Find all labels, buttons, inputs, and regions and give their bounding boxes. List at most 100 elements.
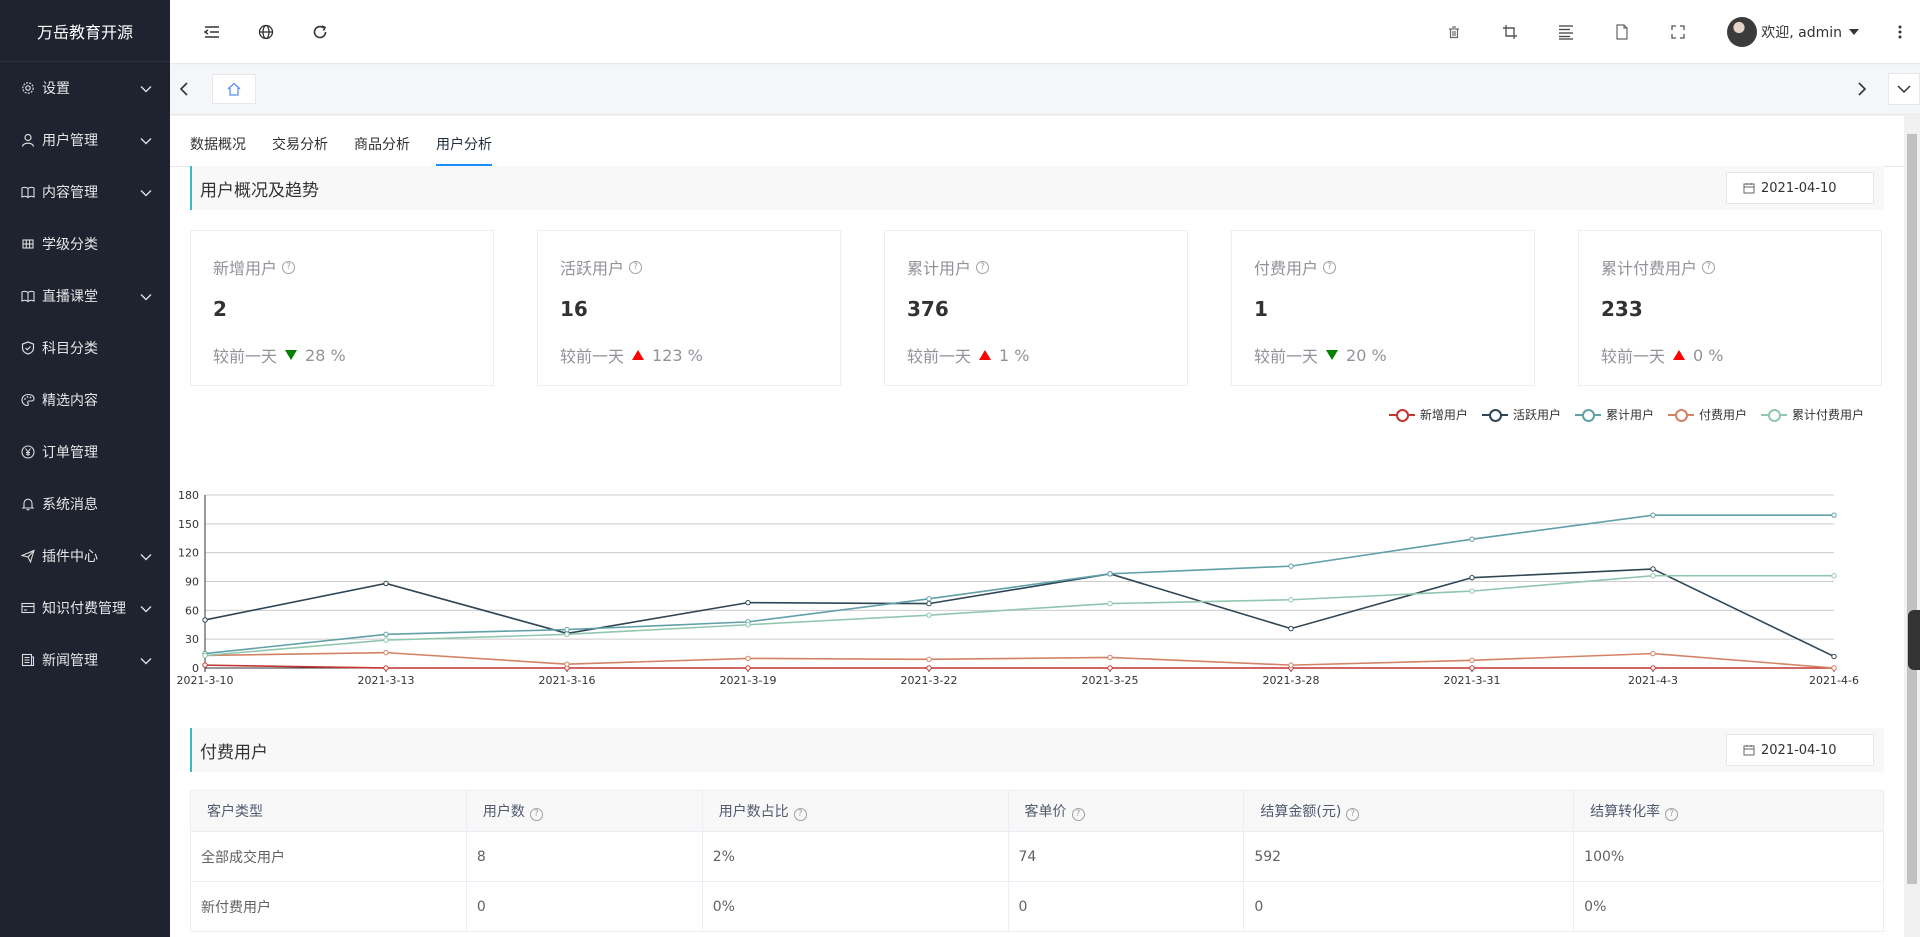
app-logo[interactable]: 万岳教育开源 xyxy=(0,0,170,62)
arrow-up-icon xyxy=(1673,350,1686,360)
data-point xyxy=(1107,600,1113,607)
page-scrollbar[interactable] xyxy=(1904,116,1920,937)
sidebar-item-label: 精选内容 xyxy=(42,393,98,409)
table-cell: 0 xyxy=(465,881,703,932)
stat-card-compare: 较前一天 20 % xyxy=(1254,343,1512,367)
tags-scroll-left-icon[interactable] xyxy=(178,81,190,101)
series-line-4 xyxy=(204,574,1834,657)
help-icon[interactable]: ? xyxy=(1665,807,1679,821)
collapse-menu-icon[interactable] xyxy=(198,18,226,46)
stat-card-compare: 较前一天 1 % xyxy=(907,343,1165,367)
help-icon[interactable]: ? xyxy=(976,260,990,274)
series-line-3 xyxy=(204,651,1835,669)
table-cell: 0% xyxy=(1573,881,1884,932)
sidebar-item-3[interactable]: 学级分类 xyxy=(0,218,170,270)
avatar[interactable] xyxy=(1727,17,1758,47)
help-icon[interactable]: ? xyxy=(1346,807,1360,821)
data-point xyxy=(383,637,389,643)
legend-marker xyxy=(1667,408,1694,422)
tab-1[interactable]: 交易分析 xyxy=(272,130,328,166)
data-point xyxy=(383,649,389,656)
data-point xyxy=(745,655,751,662)
side-float-widget[interactable] xyxy=(1908,610,1920,670)
column-header: 用户数占比? xyxy=(701,790,1009,832)
chevron-down-icon xyxy=(140,289,152,305)
tags-dropdown-icon[interactable] xyxy=(1888,73,1920,105)
column-header: 结算金额(元)? xyxy=(1243,790,1575,832)
sidebar-item-label: 用户管理 xyxy=(42,133,98,149)
column-header-label: 结算金额(元) xyxy=(1260,804,1342,820)
sidebar-item-0[interactable]: 设置 xyxy=(0,62,170,114)
book-icon xyxy=(20,288,36,304)
sidebar-item-8[interactable]: 系统消息 xyxy=(0,478,170,530)
legend-item[interactable]: 活跃用户 xyxy=(1481,406,1561,423)
user-menu[interactable]: 欢迎, admin xyxy=(1727,16,1860,48)
data-point xyxy=(1107,665,1113,671)
sidebar-item-4[interactable]: 直播课堂 xyxy=(0,270,170,322)
legend-label: 新增用户 xyxy=(1419,408,1468,422)
legend-item[interactable]: 累计付费用户 xyxy=(1760,406,1864,423)
tags-scroll-right-icon[interactable] xyxy=(1856,81,1868,101)
help-icon[interactable]: ? xyxy=(1323,260,1337,274)
fullscreen-icon[interactable] xyxy=(1664,18,1692,46)
sidebar-item-1[interactable]: 用户管理 xyxy=(0,114,170,166)
tab-3[interactable]: 用户分析 xyxy=(436,130,492,166)
help-icon[interactable]: ? xyxy=(282,260,296,274)
table-header-row: 客户类型 用户数? 用户数占比? 客单价? 结算金额(元)? 结算转化率? xyxy=(190,790,1884,832)
sidebar-item-2[interactable]: 内容管理 xyxy=(0,166,170,218)
sidebar-item-label: 知识付费管理 xyxy=(42,601,126,617)
help-icon[interactable]: ? xyxy=(529,807,543,821)
legend-label: 付费用户 xyxy=(1698,408,1747,422)
sidebar-item-5[interactable]: 科目分类 xyxy=(0,322,170,374)
column-header-label: 用户数 xyxy=(482,804,525,820)
help-icon[interactable]: ? xyxy=(1071,807,1085,821)
paid-date-value: 2021-04-10 xyxy=(1761,742,1837,758)
help-icon[interactable]: ? xyxy=(793,807,807,821)
overview-date-picker[interactable]: 2021-04-10 xyxy=(1726,172,1874,204)
data-point xyxy=(1469,657,1475,664)
stat-card-title-row: 新增用户? xyxy=(213,255,471,279)
data-point xyxy=(1288,662,1294,668)
tags-view xyxy=(170,65,1920,115)
stat-card-title: 累计付费用户 xyxy=(1601,259,1698,278)
chevron-down-icon xyxy=(140,81,152,97)
refresh-icon[interactable] xyxy=(306,18,334,46)
help-icon[interactable]: ? xyxy=(1702,260,1716,274)
scrollbar-thumb[interactable] xyxy=(1907,134,1917,884)
more-vertical-icon[interactable] xyxy=(1886,18,1914,46)
send-icon xyxy=(20,548,36,564)
sidebar-item-7[interactable]: 订单管理 xyxy=(0,426,170,478)
sidebar-item-9[interactable]: 插件中心 xyxy=(0,530,170,582)
tab-0[interactable]: 数据概况 xyxy=(190,130,246,166)
stat-card-title-row: 付费用户? xyxy=(1254,255,1512,279)
compare-change: 123 % xyxy=(652,345,703,365)
legend-item[interactable]: 累计用户 xyxy=(1574,406,1654,423)
legend-item[interactable]: 新增用户 xyxy=(1388,406,1468,423)
paid-date-picker[interactable]: 2021-04-10 xyxy=(1726,734,1874,766)
data-point xyxy=(564,661,570,667)
crop-icon[interactable] xyxy=(1496,18,1524,46)
data-point xyxy=(926,665,932,671)
sidebar-item-10[interactable]: 知识付费管理 xyxy=(0,582,170,634)
globe-icon[interactable] xyxy=(252,18,280,46)
y-tick-label: 60 xyxy=(185,604,199,617)
legend-marker xyxy=(1574,408,1601,422)
home-tag[interactable] xyxy=(212,74,256,104)
align-icon[interactable] xyxy=(1552,18,1580,46)
stat-card-value: 376 xyxy=(907,297,949,321)
legend-item[interactable]: 付费用户 xyxy=(1667,406,1747,423)
sidebar-item-label: 订单管理 xyxy=(42,445,98,461)
document-icon[interactable] xyxy=(1608,18,1636,46)
data-point xyxy=(1831,573,1837,579)
data-point xyxy=(383,631,389,638)
column-header-label: 用户数占比 xyxy=(718,804,789,820)
help-icon[interactable]: ? xyxy=(629,260,643,274)
arrow-down-icon xyxy=(285,350,298,360)
sidebar-item-6[interactable]: 精选内容 xyxy=(0,374,170,426)
tab-2[interactable]: 商品分析 xyxy=(354,130,410,166)
trash-icon[interactable] xyxy=(1440,18,1468,46)
data-point xyxy=(1650,573,1656,579)
table-cell: 0% xyxy=(701,881,1009,932)
caret-down-icon xyxy=(1849,29,1859,35)
sidebar-item-11[interactable]: 新闻管理 xyxy=(0,634,170,686)
